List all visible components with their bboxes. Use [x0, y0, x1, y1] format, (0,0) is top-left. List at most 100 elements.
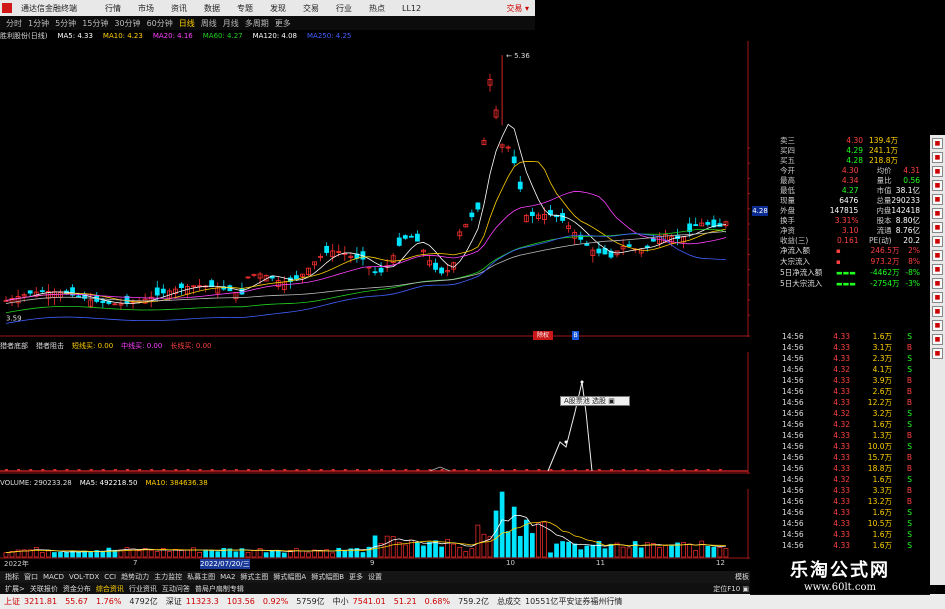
sidebar-gear-icon[interactable]: ■ [932, 222, 943, 233]
sidebar-rsi-icon[interactable]: ■ [932, 194, 943, 205]
period-60min[interactable]: 60分钟 [147, 18, 173, 29]
period-multi[interactable]: 多周期 [245, 18, 269, 29]
sidebar-more-icon[interactable]: ■ [932, 348, 943, 359]
tick-row[interactable]: 14:56 4.33 1.6万 S [782, 529, 920, 540]
tab-more[interactable]: 更多 [349, 572, 363, 582]
tick-row[interactable]: 14:56 4.33 10.0万 S [782, 441, 920, 452]
sidebar-calc-icon[interactable]: ■ [932, 306, 943, 317]
indicator-bar [573, 469, 577, 471]
tick-row[interactable]: 14:56 4.33 2.6万 B [782, 386, 920, 397]
tick-row[interactable]: 14:56 4.32 3.2万 S [782, 408, 920, 419]
tick-row[interactable]: 14:56 4.33 1.6万 S [782, 331, 920, 342]
period-1min[interactable]: 1分钟 [28, 18, 49, 29]
indicator-bar [476, 469, 480, 471]
tick-list[interactable]: 14:56 4.33 1.6万 S 14:56 4.33 3.1万 B 14:56 4.33 2.3… [782, 331, 920, 551]
tick-row[interactable]: 14:56 4.33 18.8万 B [782, 463, 920, 474]
menu-item-redian[interactable]: 热点 [369, 3, 385, 14]
tab-qushi[interactable]: 趋势动力 [121, 572, 149, 582]
sz-index-name[interactable]: 深证 [166, 596, 182, 607]
tab-cci[interactable]: CCI [104, 573, 116, 581]
period-fenshi[interactable]: 分时 [6, 18, 22, 29]
sidebar-mail-icon[interactable]: ■ [932, 320, 943, 331]
tab-settings[interactable]: 设置 [368, 572, 382, 582]
period-weekly[interactable]: 周线 [201, 18, 217, 29]
period-monthly[interactable]: 月线 [223, 18, 239, 29]
indicator-chart[interactable]: 400002000010000 [0, 352, 750, 474]
volume-chart[interactable]: 2000010000 [0, 489, 750, 569]
tick-row[interactable]: 14:56 4.32 1.6万 S [782, 474, 920, 485]
zx-index-name[interactable]: 中小 [333, 596, 349, 607]
tick-row[interactable]: 14:56 4.33 1.6万 S [782, 540, 920, 551]
tab-news[interactable]: 综合资讯 [96, 584, 124, 594]
sidebar-quote-icon[interactable]: ■ [932, 138, 943, 149]
tab-expand[interactable]: 扩展> [5, 584, 25, 594]
menu-item-hangqing[interactable]: 行情 [105, 3, 121, 14]
tab-fund-dist[interactable]: 资金分布 [63, 584, 91, 594]
tick-row[interactable]: 14:56 4.33 1.3万 B [782, 430, 920, 441]
sidebar-chart-icon[interactable]: ■ [932, 152, 943, 163]
tick-row[interactable]: 14:56 4.33 15.7万 B [782, 452, 920, 463]
sidebar-list-icon[interactable]: ■ [932, 180, 943, 191]
tab-shishi-futu-b[interactable]: 狮式幅图B [311, 572, 344, 582]
sidebar-alert-icon[interactable]: ■ [932, 236, 943, 247]
current-price-tag: 4.28 [752, 206, 768, 216]
menu-item-shuju[interactable]: 数据 [204, 3, 220, 14]
trade-menu-button[interactable]: 交易 ▾ [506, 3, 529, 14]
kline-chart[interactable]: 4.704.604.504.404.304.204.104.003.903.80… [0, 41, 750, 337]
sidebar-trade-icon[interactable]: ■ [932, 208, 943, 219]
tab-shishi-zhutu[interactable]: 狮式主图 [240, 572, 268, 582]
right-sidebar: ■ ■ ■ ■ ■ ■ ■ ■ ■ ■ ■ ■ ■ ■ ■ ■ [930, 135, 945, 585]
sidebar-star-icon[interactable]: ■ [932, 278, 943, 289]
menu-item-ll12[interactable]: LL12 [402, 4, 421, 13]
stock-pool-tooltip[interactable]: A股票池 选股 ▣ [560, 396, 630, 406]
period-15min[interactable]: 15分钟 [82, 18, 108, 29]
tick-row[interactable]: 14:56 4.33 2.3万 S [782, 353, 920, 364]
period-5min[interactable]: 5分钟 [55, 18, 76, 29]
quote-row: 最低 4.27 市值 38.1亿 [780, 185, 920, 195]
menu-item-shichang[interactable]: 市场 [138, 3, 154, 14]
sidebar-book-icon[interactable]: ■ [932, 264, 943, 275]
sidebar-user-icon[interactable]: ■ [932, 250, 943, 261]
menu-item-hangye[interactable]: 行业 [336, 3, 352, 14]
indicator-name[interactable]: 猎者底部 [0, 341, 28, 351]
template-button[interactable]: 模板 [735, 572, 749, 582]
tick-row[interactable]: 14:56 4.33 12.2万 B [782, 397, 920, 408]
tab-shishi-futu-a[interactable]: 狮式幅图A [273, 572, 306, 582]
tick-row[interactable]: 14:56 4.33 10.5万 S [782, 518, 920, 529]
tab-chuangkou[interactable]: 窗口 [24, 572, 38, 582]
period-daily[interactable]: 日线 [179, 18, 195, 29]
tick-row[interactable]: 14:56 4.33 3.9万 B [782, 375, 920, 386]
fuquan-marker[interactable]: 除权 [533, 331, 553, 340]
period-30min[interactable]: 30分钟 [114, 18, 140, 29]
buy-marker[interactable]: B [572, 331, 579, 340]
menu-item-jiaoyi[interactable]: 交易 [303, 3, 319, 14]
tab-qa[interactable]: 互动问答 [162, 584, 190, 594]
tick-row[interactable]: 14:56 4.33 13.2万 B [782, 496, 920, 507]
tab-industry-news[interactable]: 行业资讯 [129, 584, 157, 594]
sh-index-amount: 4792亿 [129, 597, 158, 606]
tick-row[interactable]: 14:56 4.32 1.6万 S [782, 419, 920, 430]
tick-row[interactable]: 14:56 4.33 3.3万 B [782, 485, 920, 496]
tick-row[interactable]: 14:56 4.32 4.1万 S [782, 364, 920, 375]
menu-item-zhuanti[interactable]: 专题 [237, 3, 253, 14]
tick-row[interactable]: 14:56 4.33 1.6万 S [782, 507, 920, 518]
tab-simu[interactable]: 私募主图 [187, 572, 215, 582]
tab-special[interactable]: 普局户扇制专辑 [195, 584, 244, 594]
sidebar-news-icon[interactable]: ■ [932, 166, 943, 177]
sidebar-help-icon[interactable]: ■ [932, 334, 943, 345]
tick-volume: 1.6万 [872, 332, 892, 341]
tab-zhibiao[interactable]: 指标 [5, 572, 19, 582]
menu-item-faxian[interactable]: 发现 [270, 3, 286, 14]
sh-index-name[interactable]: 上证 [4, 596, 20, 607]
tab-ma2[interactable]: MA2 [220, 573, 235, 581]
tab-macd[interactable]: MACD [43, 573, 64, 581]
tab-zhuli[interactable]: 主力监控 [154, 572, 182, 582]
tick-row[interactable]: 14:56 4.33 3.1万 B [782, 342, 920, 353]
tab-related-quote[interactable]: 关联报价 [30, 584, 58, 594]
period-more[interactable]: 更多 [275, 18, 291, 29]
tab-vol-tdx[interactable]: VOL-TDX [69, 573, 99, 581]
volume-bar [602, 548, 608, 558]
f10-button[interactable]: 定位F10 ▣ [713, 584, 749, 594]
sidebar-lock-icon[interactable]: ■ [932, 292, 943, 303]
menu-item-zixun[interactable]: 资讯 [171, 3, 187, 14]
